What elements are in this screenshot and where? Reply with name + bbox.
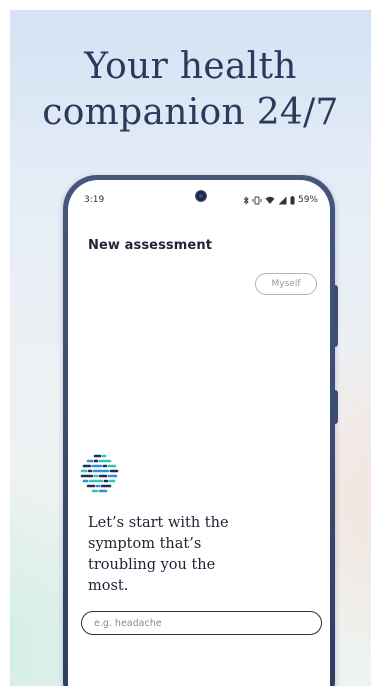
promo-headline: Your health companion 24/7: [10, 44, 371, 136]
signal-icon: [278, 196, 287, 204]
status-bar: 3:19 59%: [84, 193, 318, 207]
vibrate-icon: [252, 196, 262, 204]
headline-line-1: Your health: [84, 46, 297, 87]
phone-screen: 3:19 59% New assessment Myself Let’s sta…: [68, 180, 330, 686]
page-title: New assessment: [88, 238, 213, 253]
assistant-logo-icon: [80, 454, 119, 493]
bluetooth-icon: [243, 195, 249, 205]
battery-icon: [290, 195, 295, 204]
myself-chip[interactable]: Myself: [255, 273, 317, 295]
volume-button: [334, 285, 338, 347]
battery-percent: 59%: [297, 195, 318, 205]
symptom-input[interactable]: [81, 611, 322, 635]
power-button: [334, 390, 338, 424]
wifi-icon: [265, 196, 275, 204]
phone-mockup: 3:19 59% New assessment Myself Let’s sta…: [63, 175, 338, 686]
status-icons: 59%: [243, 195, 318, 205]
symptom-prompt: Let’s start with the symptom that’s trou…: [88, 515, 229, 594]
promo-background: Your health companion 24/7 3:19 59% New …: [10, 10, 371, 686]
headline-line-2: companion 24/7: [42, 92, 339, 133]
status-time: 3:19: [84, 195, 105, 205]
